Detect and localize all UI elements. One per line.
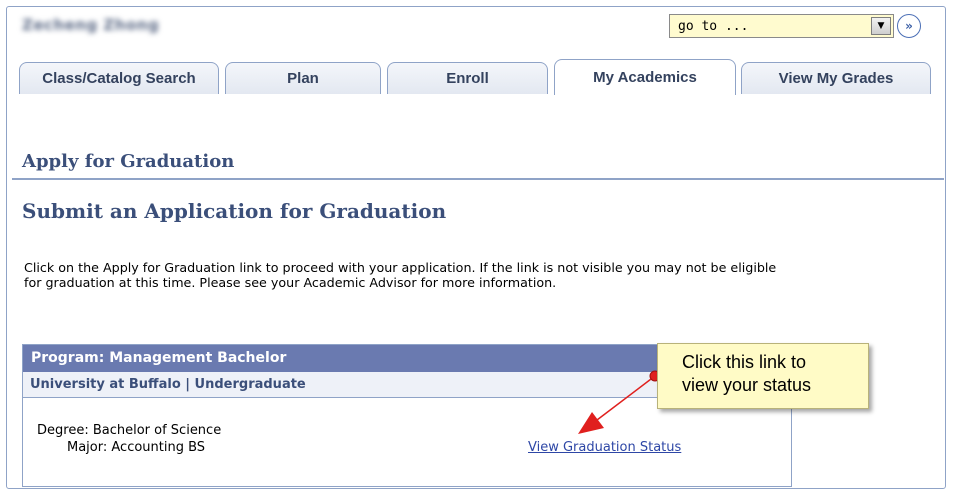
user-name: Zecheng Zhong — [22, 16, 160, 34]
tab-view-my-grades[interactable]: View My Grades — [741, 62, 931, 94]
tab-bar: Class/Catalog Search Plan Enroll My Acad… — [19, 59, 939, 95]
goto-select-value: go to ... — [678, 18, 749, 34]
goto-select[interactable]: go to ... ▼ — [669, 14, 894, 38]
tab-plan[interactable]: Plan — [225, 62, 381, 94]
degree-label: Degree: Bachelor of Science — [37, 423, 222, 438]
page-title: Apply for Graduation — [22, 151, 235, 172]
major-label: Major: Accounting BS — [67, 440, 206, 455]
page-subtitle: Submit an Application for Graduation — [22, 199, 447, 223]
callout-line-1: Click this link to — [682, 352, 807, 372]
chevron-down-icon[interactable]: ▼ — [871, 17, 891, 35]
instructions-text: Click on the Apply for Graduation link t… — [24, 260, 777, 290]
callout-note: Click this link to view your status — [657, 343, 869, 409]
callout-line-2: view your status — [682, 375, 812, 395]
double-chevron-right-icon[interactable]: » — [897, 14, 921, 38]
tab-class-catalog-search[interactable]: Class/Catalog Search — [19, 62, 219, 94]
title-divider — [12, 178, 944, 180]
tab-enroll[interactable]: Enroll — [387, 62, 548, 94]
tab-my-academics[interactable]: My Academics — [554, 59, 736, 95]
view-graduation-status-link[interactable]: View Graduation Status — [528, 440, 681, 455]
